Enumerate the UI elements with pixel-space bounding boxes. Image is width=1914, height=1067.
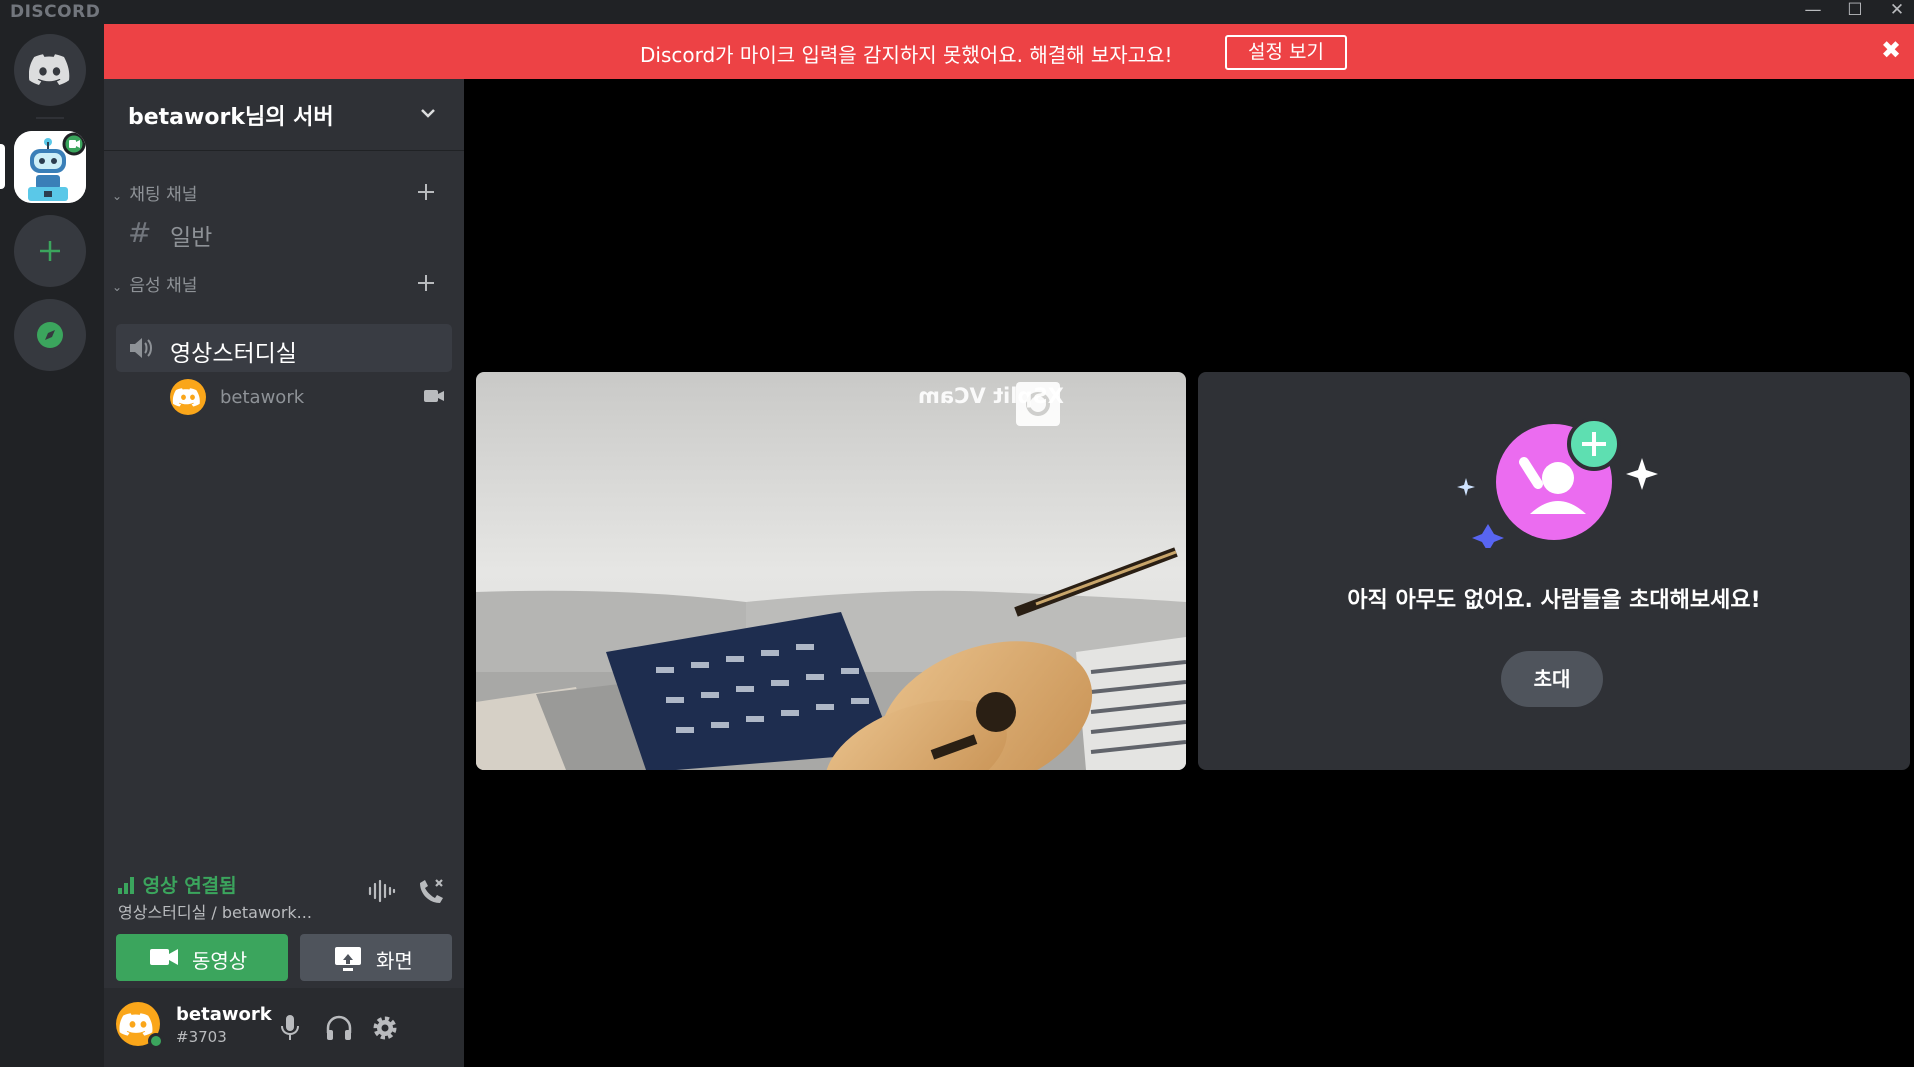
connection-status-text: 영상 연결됨 (142, 875, 237, 897)
plus-icon (40, 241, 60, 261)
notice-close-icon[interactable]: ✖ (1881, 36, 1901, 64)
video-toggle-label: 동영상 (192, 949, 248, 973)
discord-logo-icon (29, 54, 70, 85)
invite-button[interactable]: 초대 (1501, 651, 1603, 707)
online-status-dot (148, 1033, 164, 1049)
voice-connection-panel: 영상 연결됨 영상스터디실 / betawork... 동영상 화면 (104, 859, 464, 989)
discord-avatar-icon (172, 388, 200, 407)
screen-share-button[interactable]: 화면 (300, 934, 452, 981)
username[interactable]: betawork (176, 1004, 272, 1025)
connected-channel-path[interactable]: 영상스터디실 / betawork... (118, 899, 328, 923)
invite-people-illustration (1457, 418, 1658, 548)
window-close-button[interactable]: ✕ (1874, 0, 1914, 24)
camera-feed-image (476, 372, 1186, 770)
headphones-icon[interactable] (324, 1013, 354, 1043)
channel-name: 영상스터디실 (170, 341, 297, 367)
plus-icon (418, 275, 434, 291)
screen-share-icon (335, 947, 361, 971)
caret-down-icon: ⌄ (112, 280, 123, 294)
open-settings-button[interactable]: 설정 보기 (1225, 35, 1347, 70)
server-name: betawork님의 서버 (128, 105, 334, 130)
channel-item-video-study[interactable]: 영상스터디실 (116, 324, 452, 372)
server-header[interactable]: betawork님의 서버 (104, 79, 464, 151)
plus-icon (418, 184, 434, 200)
avatar (170, 379, 206, 415)
minimize-button[interactable]: — (1790, 0, 1836, 24)
channel-sidebar: betawork님의 서버 ⌄ 채팅 채널 # 일반 ⌄ 음성 채널 영상스터디… (104, 79, 464, 1067)
category-text-channels[interactable]: ⌄ 채팅 채널 (112, 180, 197, 205)
gear-icon[interactable] (370, 1013, 400, 1043)
create-voice-channel-button[interactable] (416, 270, 436, 298)
mic-warning-notice: Discord가 마이크 입력을 감지하지 못했어요. 해결해 보자고요! 설정… (104, 24, 1914, 79)
create-text-channel-button[interactable] (416, 179, 436, 207)
hash-icon: # (128, 216, 152, 249)
signal-bars-icon (118, 877, 134, 894)
category-voice-channels[interactable]: ⌄ 음성 채널 (112, 271, 197, 296)
channel-item-general[interactable]: # 일반 (116, 208, 452, 256)
invite-tile: 아직 아무도 없어요. 사람들을 초대해보세요! 초대 (1198, 372, 1910, 770)
caret-down-icon: ⌄ (112, 189, 123, 203)
user-tag: #3703 (176, 1028, 227, 1046)
microphone-icon[interactable] (278, 1013, 302, 1043)
video-toggle-button[interactable]: 동영상 (116, 934, 288, 981)
compass-icon (37, 322, 63, 348)
screen-share-label: 화면 (376, 949, 413, 973)
rail-separator (36, 117, 64, 119)
add-server-button[interactable] (14, 215, 86, 287)
connection-status: 영상 연결됨 (118, 871, 237, 898)
chevron-down-icon (421, 109, 435, 118)
notice-message: Discord가 마이크 입력을 감지하지 못했어요. 해결해 보자고요! (640, 43, 1173, 67)
participant-video-tile[interactable]: XSplit VCam (476, 372, 1186, 770)
discord-wordmark: DISCORD (10, 2, 101, 22)
explore-servers-button[interactable] (14, 299, 86, 371)
server-icon-betawork[interactable] (14, 131, 86, 203)
maximize-button[interactable]: ☐ (1832, 0, 1878, 24)
server-rail (0, 24, 104, 1067)
video-camera-icon (424, 390, 444, 402)
video-stage: XSplit VCam 아직 아무도 없어요. 사람들을 초대해보세요! 초대 (464, 79, 1914, 1067)
category-label: 채팅 채널 (129, 185, 198, 205)
active-server-indicator (0, 144, 5, 189)
video-camera-icon (150, 949, 178, 965)
empty-call-message: 아직 아무도 없어요. 사람들을 초대해보세요! (1347, 588, 1761, 613)
participant-name: betawork (220, 387, 305, 408)
home-button[interactable] (14, 34, 86, 106)
voice-participant[interactable]: betawork (170, 379, 452, 419)
speaker-icon (130, 338, 152, 358)
noise-suppression-icon[interactable] (368, 879, 396, 903)
robot-avatar-icon (14, 131, 86, 203)
camera-watermark: XSplit VCam (918, 384, 1064, 408)
channel-name: 일반 (170, 225, 213, 251)
category-label: 음성 채널 (129, 276, 198, 296)
disconnect-call-icon[interactable] (414, 877, 446, 909)
title-bar: DISCORD — ☐ ✕ (0, 0, 1914, 24)
user-panel: betawork #3703 (104, 989, 464, 1067)
